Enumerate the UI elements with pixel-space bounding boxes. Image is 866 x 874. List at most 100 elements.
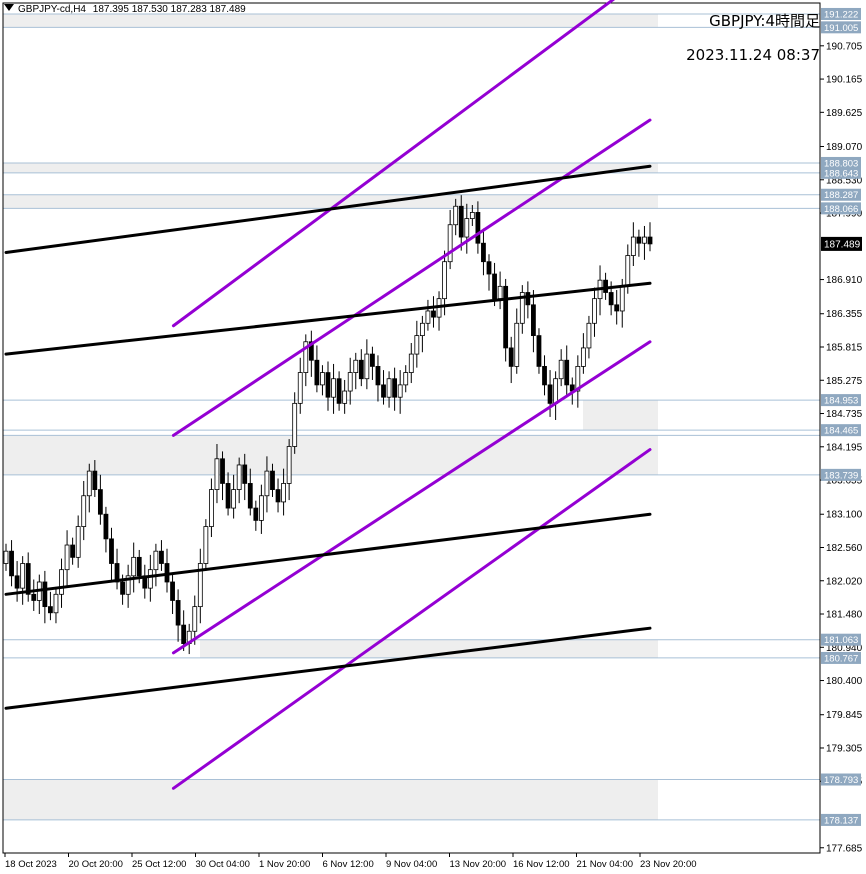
candle-body [209, 489, 214, 527]
y-tick-label: 181.480 [826, 610, 863, 621]
level-tag-label: 191.005 [824, 23, 858, 34]
candle-body [48, 606, 53, 614]
candle-body [614, 304, 620, 312]
chart-area[interactable]: 190.705190.165189.625189.070188.530187.9… [0, 0, 866, 874]
y-tick-label: 189.625 [826, 108, 863, 119]
candle-body [564, 359, 570, 386]
candle-body [442, 261, 447, 300]
y-tick-label: 190.705 [826, 41, 863, 52]
symbol-label: GBPJPY-cd,H4 [18, 4, 86, 15]
symbol-ohlc-line: GBPJPY-cd,H4 187.395 187.530 187.283 187… [18, 4, 246, 15]
candle-body [386, 378, 392, 398]
chart-canvas[interactable]: 190.705190.165189.625189.070188.530187.9… [0, 0, 866, 874]
ohlc-values: 187.395 187.530 187.283 187.489 [92, 4, 246, 15]
level-tag-label: 180.767 [824, 653, 858, 664]
level-tag-label: 188.643 [824, 168, 858, 179]
candle-body [425, 310, 431, 324]
candle-body [630, 236, 636, 256]
candle-body [70, 544, 76, 558]
candle-body [458, 205, 464, 238]
candle-body [3, 550, 9, 564]
x-tick-label: 23 Nov 20:00 [640, 859, 697, 870]
candle-body [153, 550, 159, 571]
candle-body [497, 285, 503, 300]
candle-body [336, 378, 342, 404]
candle-body [481, 242, 486, 263]
candle-body [403, 372, 409, 386]
candle-body [603, 279, 608, 293]
y-tick-label: 183.100 [826, 510, 863, 521]
candle-body [642, 236, 647, 244]
x-tick-label: 30 Oct 04:00 [196, 859, 250, 870]
candle-body [242, 464, 248, 484]
candle-body [625, 255, 631, 287]
x-tick-label: 6 Nov 12:00 [323, 859, 374, 870]
x-tick-label: 1 Nov 20:00 [259, 859, 310, 870]
candle-body [608, 292, 614, 306]
candle-body [536, 335, 542, 367]
candle-body [586, 322, 592, 349]
y-tick-label: 179.845 [826, 710, 863, 721]
candle-body [20, 563, 26, 589]
y-tick-label: 182.560 [826, 543, 863, 554]
candle-body [109, 538, 114, 564]
candle-body [325, 372, 331, 398]
y-tick-label: 179.305 [826, 743, 863, 754]
chart-menu-triangle-icon[interactable] [4, 4, 14, 11]
x-tick-label: 9 Nov 04:00 [386, 859, 437, 870]
candle-body [275, 489, 281, 503]
y-tick-label: 182.020 [826, 576, 863, 587]
x-tick-label: 18 Oct 2023 [5, 859, 57, 870]
y-tick-label: 185.815 [826, 343, 863, 354]
candle-body [170, 581, 175, 601]
candle-body [281, 483, 286, 503]
candle-body [647, 236, 653, 245]
candle-body [358, 359, 364, 380]
candle-body [92, 470, 98, 490]
candle-body [370, 353, 375, 367]
zone-rect [3, 194, 658, 209]
candle-body [453, 205, 459, 226]
candle-body [59, 569, 64, 595]
candle-body [225, 483, 231, 509]
candle-body [547, 384, 553, 404]
y-tick-label: 186.910 [826, 275, 863, 286]
candle-body [75, 526, 81, 558]
level-tag-label: 184.953 [824, 396, 858, 407]
candle-body [270, 470, 275, 490]
candle-body [64, 544, 70, 571]
zone-rect [3, 779, 658, 820]
candle-body [353, 359, 359, 373]
candle-body [558, 359, 564, 380]
chart-title: GBPJPY:4時間足 [709, 12, 820, 30]
current-price-label: 187.489 [824, 239, 861, 250]
candle-body [419, 322, 425, 337]
candle-body [192, 606, 198, 632]
purple-channel-line [171, 448, 652, 790]
candle-body [258, 495, 264, 521]
candle-body [214, 458, 220, 490]
y-tick-label: 177.685 [826, 843, 863, 854]
candle-body [553, 378, 559, 404]
candle-body [31, 593, 37, 601]
candle-body [247, 483, 253, 509]
candle-body [408, 353, 414, 373]
level-tag-label: 181.063 [824, 635, 858, 646]
candle-body [414, 335, 420, 355]
candle-body [508, 347, 514, 367]
candle-body [464, 218, 470, 238]
candle-body [392, 378, 398, 398]
candle-body [147, 569, 153, 589]
chart-frame [2, 2, 821, 854]
candle-body [636, 236, 642, 244]
zone-rect [583, 400, 658, 431]
level-tag-label: 188.066 [824, 204, 858, 215]
candle-body [525, 292, 531, 306]
candle-body [25, 563, 31, 595]
black-channel-line [4, 281, 652, 356]
y-tick-label: 184.735 [826, 409, 863, 420]
candle-body [159, 550, 164, 564]
level-tag-label: 178.793 [824, 775, 858, 786]
candles-layer [3, 195, 653, 655]
candle-body [592, 298, 597, 324]
